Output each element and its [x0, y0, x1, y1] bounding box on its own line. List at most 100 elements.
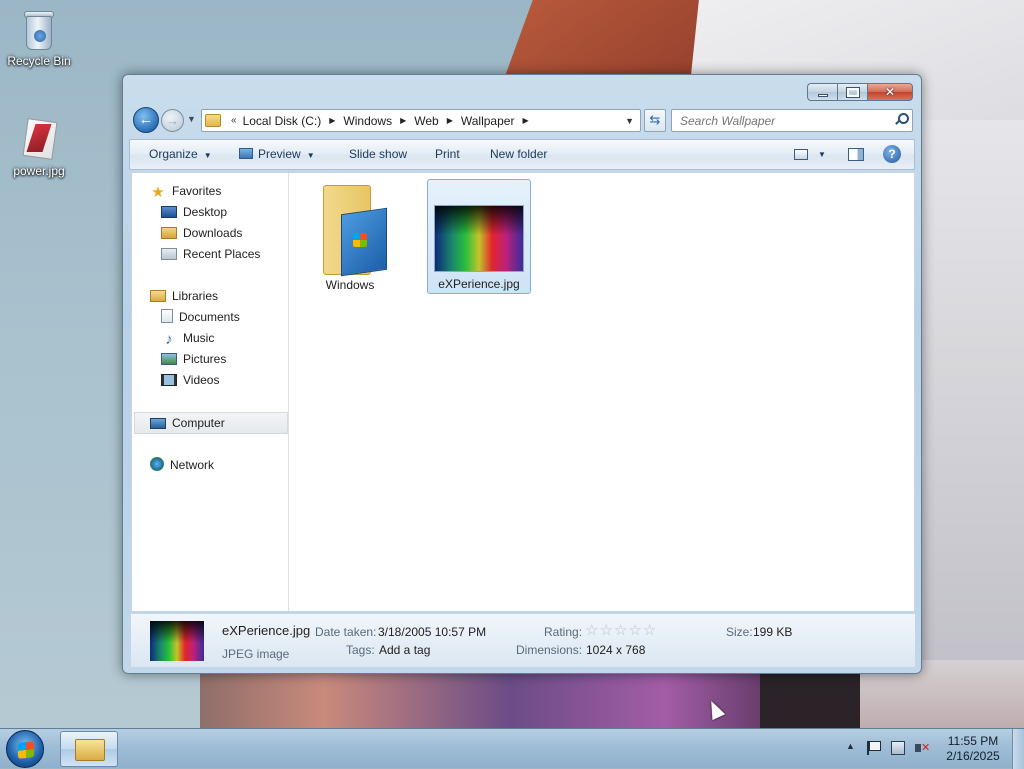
show-desktop-button[interactable] [1012, 729, 1024, 769]
folder-icon [323, 185, 387, 277]
nav-desktop[interactable]: Desktop [161, 203, 227, 221]
file-list: Windows eXPerience.jpg [290, 173, 914, 611]
minimize-button[interactable] [807, 83, 837, 101]
folder-icon [75, 739, 105, 761]
star-outline-icon[interactable]: ☆ [614, 622, 628, 639]
file-name: Windows [325, 278, 375, 292]
star-icon: ★ [151, 184, 165, 201]
search-box[interactable] [671, 109, 913, 132]
view-options-dropdown[interactable]: ▼ [818, 140, 826, 169]
nav-label: Music [183, 331, 215, 345]
new-folder-button[interactable]: New folder [490, 140, 547, 169]
search-input[interactable] [678, 111, 888, 130]
desktop-icon-recycle-bin[interactable]: Recycle Bin [1, 8, 77, 68]
back-button[interactable]: ← [133, 107, 159, 133]
nav-favorites[interactable]: ★ Favorites [150, 182, 221, 200]
taskbar: ▲ 11:55 PM 2/16/2025 [0, 728, 1024, 769]
nav-label: Favorites [172, 184, 222, 198]
videos-icon [161, 374, 177, 386]
clock-time: 11:55 PM [947, 734, 999, 748]
star-outline-icon[interactable]: ☆ [643, 622, 657, 639]
nav-recent-places[interactable]: Recent Places [161, 245, 260, 263]
slideshow-button[interactable]: Slide show [349, 140, 407, 169]
breadcrumb-separator-icon[interactable]: ▶ [329, 116, 335, 125]
nav-label: Videos [183, 373, 220, 387]
breadcrumb-separator-icon[interactable]: ▶ [400, 116, 406, 125]
music-note-icon: ♪ [165, 331, 173, 348]
nav-label: Recent Places [183, 247, 261, 261]
nav-libraries[interactable]: Libraries [150, 287, 218, 305]
forward-button[interactable]: → [161, 109, 184, 132]
nav-music[interactable]: ♪ Music [161, 329, 214, 347]
network-icon [150, 457, 164, 471]
nav-videos[interactable]: Videos [161, 371, 219, 389]
nav-computer[interactable]: Computer [150, 414, 225, 432]
file-item-windows-folder[interactable]: Windows [298, 181, 402, 296]
refresh-button[interactable]: ⇆ [644, 109, 666, 132]
breadcrumb-windows[interactable]: Windows [343, 114, 392, 128]
tags-label: Tags: [346, 643, 375, 657]
maximize-button[interactable] [837, 83, 867, 101]
action-center-flag-icon[interactable] [867, 741, 881, 755]
desktop-icon-label: Recycle Bin [7, 54, 71, 68]
window-controls: ✕ [807, 83, 913, 101]
breadcrumb-separator-icon[interactable]: ▶ [447, 116, 453, 125]
computer-icon [150, 418, 166, 429]
taskbar-explorer-button[interactable] [60, 731, 118, 767]
libraries-icon [150, 290, 166, 302]
preview-button[interactable]: Preview ▼ [239, 140, 315, 169]
rating-stars[interactable]: ☆☆☆☆☆ [585, 621, 657, 639]
file-name: eXPerience.jpg [438, 277, 520, 291]
tags-value[interactable]: Add a tag [379, 643, 430, 657]
details-pane: eXPerience.jpg JPEG image Date taken: 3/… [131, 613, 915, 667]
breadcrumb-wallpaper[interactable]: Wallpaper [461, 114, 515, 128]
desktop-icon-power-jpg[interactable]: power.jpg [1, 118, 77, 178]
details-filename: eXPerience.jpg [222, 623, 311, 638]
pictures-icon [161, 353, 177, 365]
nav-label: Network [170, 458, 215, 472]
dropdown-arrow-icon: ▼ [203, 151, 212, 160]
star-outline-icon[interactable]: ☆ [628, 622, 642, 639]
system-clock[interactable]: 11:55 PM 2/16/2025 [940, 734, 1006, 764]
star-outline-icon[interactable]: ☆ [599, 622, 613, 639]
breadcrumb-separator-icon[interactable]: ▶ [522, 116, 528, 125]
preview-pane-icon[interactable] [848, 148, 864, 161]
image-file-icon [19, 118, 59, 162]
start-button[interactable] [6, 730, 44, 768]
desktop-icon-label: power.jpg [13, 164, 65, 178]
address-overflow[interactable]: « [231, 115, 237, 126]
breadcrumb-local-disk[interactable]: Local Disk (C:) [243, 114, 322, 128]
search-icon[interactable] [895, 113, 909, 125]
nav-network[interactable]: Network [150, 456, 214, 474]
network-tray-icon[interactable] [891, 741, 905, 755]
close-button[interactable]: ✕ [867, 83, 913, 101]
window-content: ★ Favorites Desktop Downloads Recent Plac… [131, 172, 915, 612]
explorer-window: ✕ ← → ▼ « Local Disk (C:) ▶ Windows ▶ We… [122, 74, 922, 674]
address-history-dropdown[interactable]: ▼ [625, 116, 634, 126]
desktop-icon [161, 206, 177, 218]
navigation-row: ← → ▼ « Local Disk (C:) ▶ Windows ▶ Web … [131, 106, 915, 134]
recycle-bin-icon [22, 8, 56, 52]
change-view-icon[interactable] [794, 149, 808, 160]
recent-places-icon [161, 248, 177, 260]
nav-documents[interactable]: Documents [161, 308, 240, 326]
nav-pictures[interactable]: Pictures [161, 350, 226, 368]
command-bar: Organize ▼ Preview ▼ Slide show Print New … [129, 139, 915, 170]
file-item-experience-jpg[interactable]: eXPerience.jpg [427, 179, 531, 294]
print-button[interactable]: Print [435, 140, 460, 169]
folder-icon [205, 114, 221, 127]
show-hidden-icons-button[interactable]: ▲ [846, 741, 855, 751]
size-value: 199 KB [753, 625, 793, 639]
size-label: Size: [726, 625, 753, 639]
organize-button[interactable]: Organize ▼ [149, 140, 212, 169]
volume-muted-icon[interactable] [915, 741, 930, 755]
recent-pages-dropdown[interactable]: ▼ [187, 114, 196, 124]
nav-downloads[interactable]: Downloads [161, 224, 242, 242]
breadcrumb-web[interactable]: Web [414, 114, 438, 128]
details-thumbnail [150, 621, 204, 661]
date-taken-value[interactable]: 3/18/2005 10:57 PM [378, 625, 486, 639]
address-bar[interactable]: « Local Disk (C:) ▶ Windows ▶ Web ▶ Wall… [201, 109, 641, 132]
help-icon[interactable]: ? [883, 145, 901, 163]
windows-logo-icon [18, 741, 34, 759]
star-outline-icon[interactable]: ☆ [585, 622, 599, 639]
